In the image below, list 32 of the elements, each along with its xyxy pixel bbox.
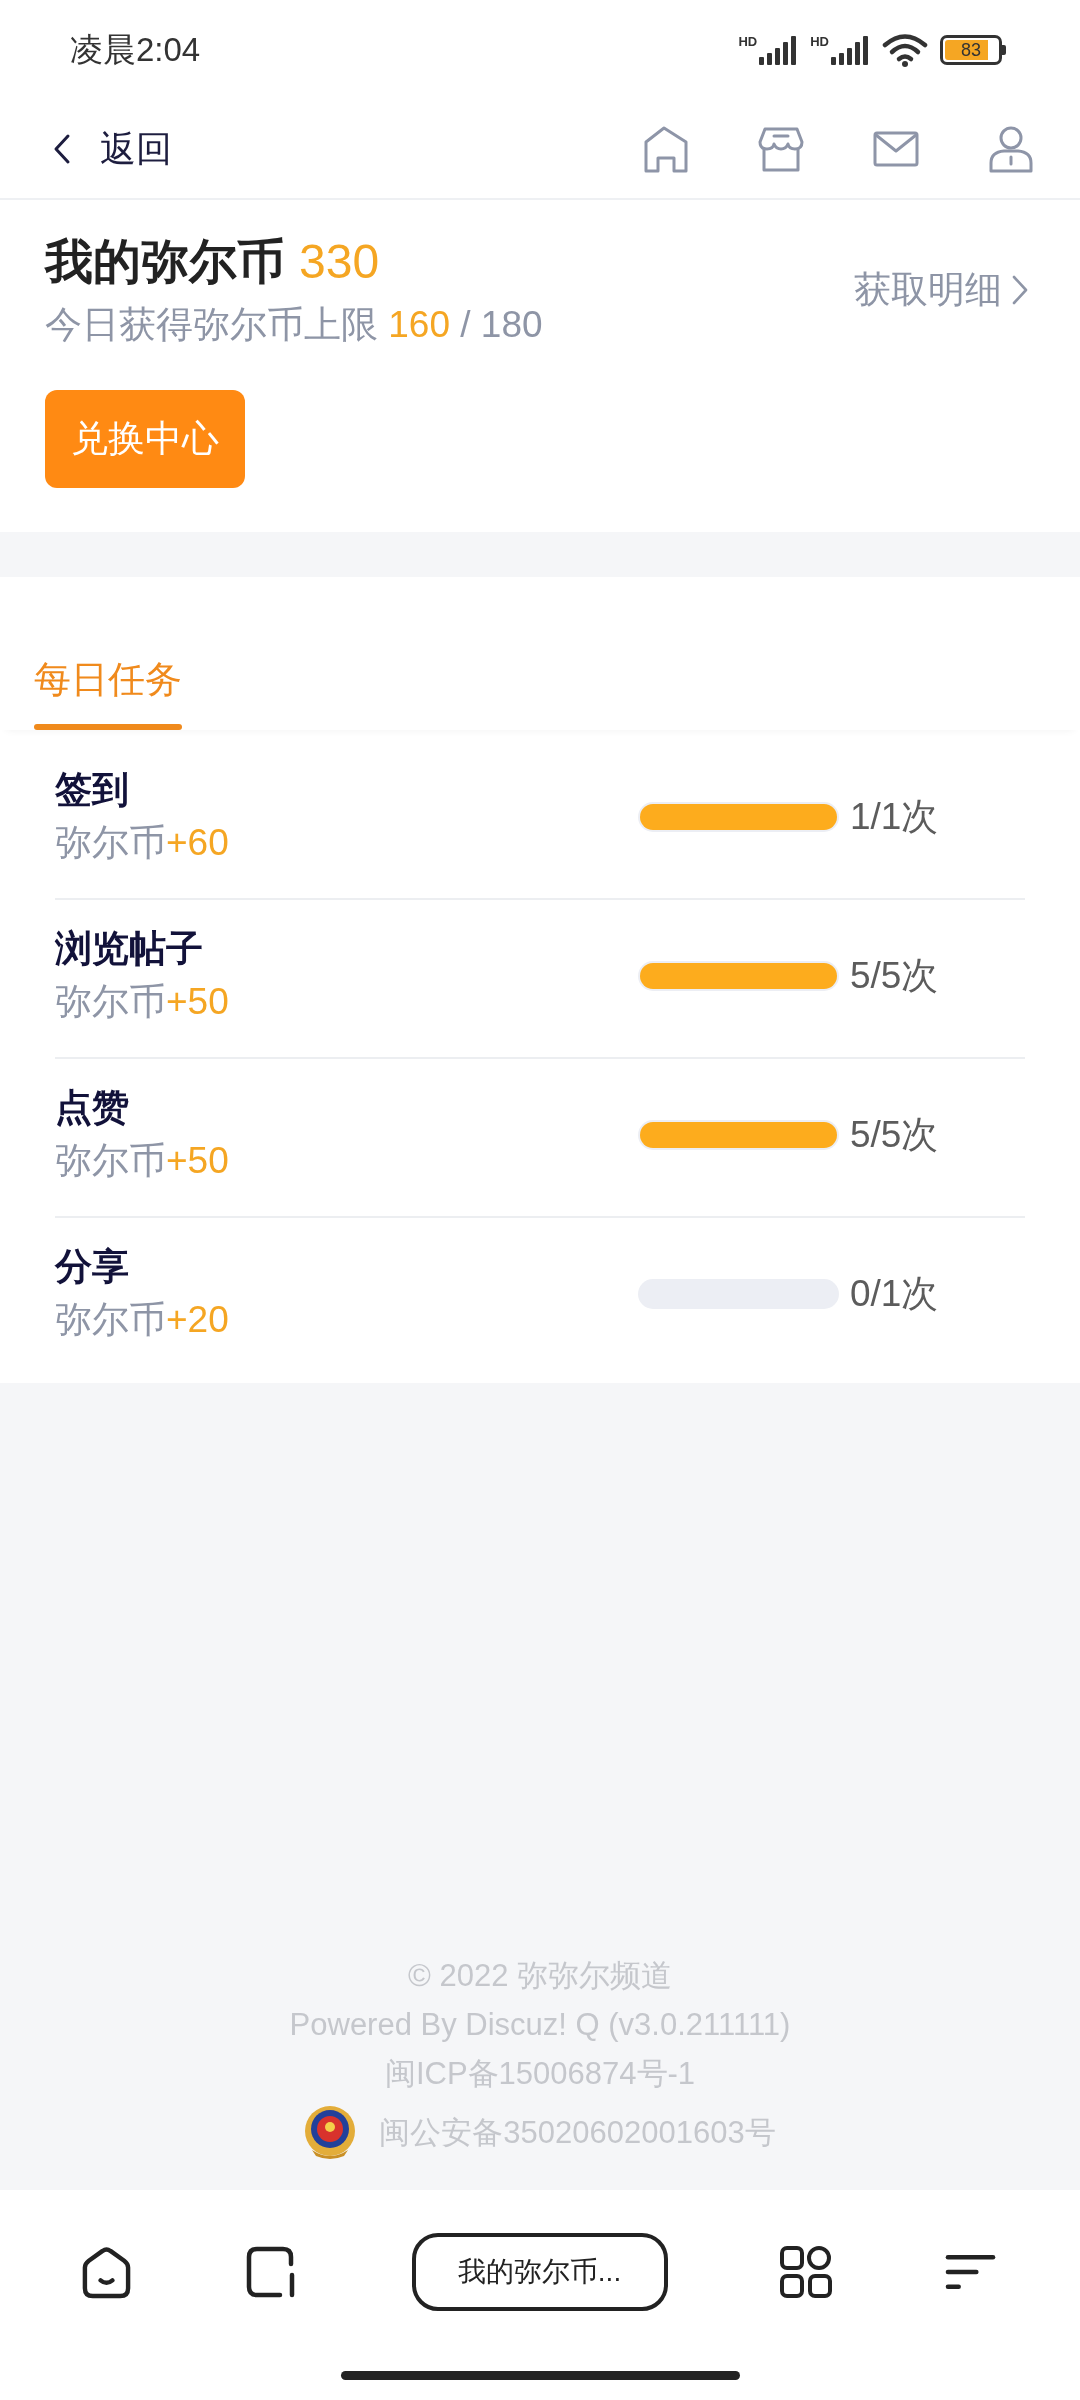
address-bar[interactable]: 我的弥尔币... [411,2233,668,2311]
chevron-right-icon [1010,273,1030,306]
task-progress-count: 1/1次 [850,794,940,839]
task-name: 浏览帖子 [55,927,203,971]
task-progress-count: 5/5次 [850,1112,940,1157]
home-icon[interactable] [80,2244,133,2300]
wifi-icon [882,33,928,67]
task-name: 点赞 [55,1086,129,1130]
signal-icon [758,35,799,65]
task-name: 分享 [55,1245,129,1289]
exchange-center-button[interactable]: 兑换中心 [45,390,245,488]
task-name: 签到 [55,768,129,812]
task-progress-count: 5/5次 [850,953,940,998]
page-title: 我的弥尔币 [45,234,285,290]
details-link[interactable]: 获取明细 [854,266,1030,313]
menu-icon[interactable] [944,2252,997,2292]
task-reward: 弥尔币+50 [55,980,229,1024]
task-reward: 弥尔币+60 [55,821,229,865]
grid-icon[interactable] [778,2245,833,2299]
signal-icon [830,35,870,65]
task-reward: 弥尔币+20 [55,1298,229,1342]
tab[interactable]: 每日任务 [34,577,182,730]
status-time: 凌晨2:04 [70,30,201,70]
coin-balance: 330 [299,234,380,290]
back-button[interactable]: 返回 [52,124,172,174]
chevron-left-icon [52,133,72,165]
task-progress-count: 0/1次 [850,1271,940,1316]
network-type-label: HD [738,35,758,48]
daily-limit-text: 今日获得弥尔币上限 160 / 180 [45,303,543,347]
network-type-label: HD [810,35,829,48]
emblem-icon [304,2104,357,2160]
task-reward: 弥尔币+50 [55,1139,229,1183]
